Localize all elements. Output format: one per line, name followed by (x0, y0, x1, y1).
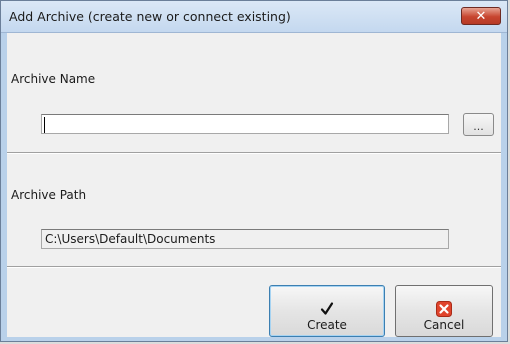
archive-name-input[interactable] (41, 114, 449, 134)
close-icon: ✕ (475, 8, 487, 24)
archive-name-label: Archive Name (11, 72, 96, 86)
separator-top (7, 152, 501, 154)
create-button[interactable]: Create (269, 285, 385, 337)
dialog-body: Archive Name ... Archive Path C:\Users\D… (7, 33, 501, 337)
cancel-x-icon (436, 301, 452, 317)
cancel-button[interactable]: Cancel (395, 285, 493, 337)
create-button-label: Create (307, 318, 347, 332)
window-title: Add Archive (create new or connect exist… (9, 9, 291, 24)
archive-path-field[interactable]: C:\Users\Default\Documents (41, 229, 449, 249)
archive-path-label: Archive Path (11, 188, 87, 202)
browse-button-label: ... (473, 120, 484, 133)
close-button[interactable]: ✕ (461, 7, 501, 25)
separator-bottom (7, 266, 501, 268)
browse-button[interactable]: ... (463, 113, 494, 136)
title-bar[interactable]: Add Archive (create new or connect exist… (1, 1, 507, 33)
text-caret (44, 117, 45, 133)
checkmark-icon (320, 302, 334, 315)
dialog-window: Add Archive (create new or connect exist… (0, 0, 508, 342)
cancel-button-label: Cancel (423, 318, 465, 332)
